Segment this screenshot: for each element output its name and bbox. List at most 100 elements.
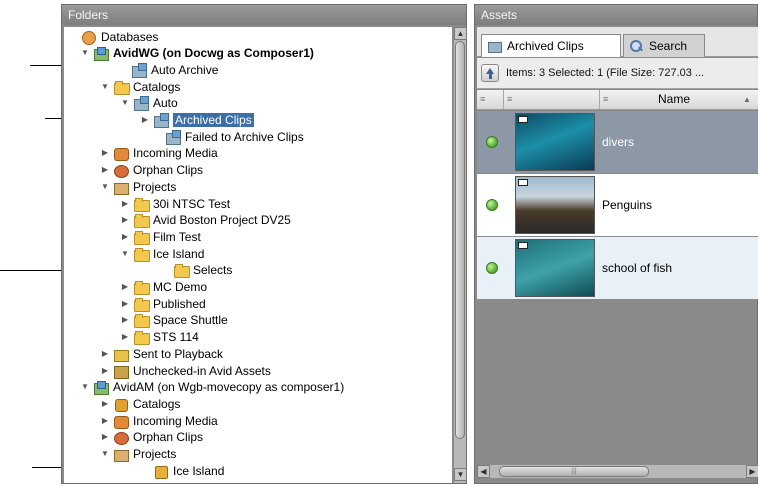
asset-name: school of fish [602, 261, 673, 275]
tree-row[interactable]: ▶ Catalogs [100, 395, 180, 412]
database-icon [81, 30, 97, 45]
assets-horizontal-scrollbar[interactable]: ◀ ||| ▶ [477, 464, 758, 478]
sent-to-playback-icon [113, 347, 129, 362]
scroll-down-arrow-icon[interactable]: ▼ [454, 468, 467, 481]
tree-row[interactable]: ▶ MC Demo [120, 279, 207, 296]
scrollbar-thumb[interactable]: ||| [499, 466, 649, 477]
tree-item-label: AvidWG (on Docwg as Composer1) [113, 46, 314, 61]
tree-item-label: Ice Island [173, 463, 225, 478]
collapse-arrow-icon[interactable]: ▼ [100, 82, 110, 92]
assets-panel-title: Assets [475, 5, 757, 25]
workgroup-icon [93, 380, 109, 396]
column-header-status[interactable]: ≡ [477, 90, 504, 109]
tree-row[interactable]: Selects [160, 262, 232, 279]
collapse-arrow-icon[interactable]: ▼ [80, 48, 90, 58]
asset-row[interactable]: Penguins [477, 174, 758, 236]
scroll-right-arrow-icon[interactable]: ▶ [746, 465, 758, 478]
tree-row[interactable]: ▶ Incoming Media [100, 412, 218, 429]
tree-row[interactable]: Failed to Archive Clips [152, 128, 304, 145]
expand-arrow-icon[interactable]: ▶ [100, 432, 110, 442]
collapse-arrow-icon[interactable]: ▼ [100, 449, 110, 459]
tab-archived-clips[interactable]: Archived Clips [481, 34, 621, 57]
scroll-left-arrow-icon[interactable]: ◀ [477, 465, 490, 478]
column-header-name[interactable]: ≡ Name ▲ [600, 90, 758, 109]
tree-item-label: Incoming Media [133, 146, 218, 161]
expand-arrow-icon[interactable]: ▶ [120, 215, 130, 225]
tree-item-label: STS 114 [153, 330, 199, 345]
expand-arrow-icon[interactable]: ▶ [100, 366, 110, 376]
column-header-thumbnail[interactable]: ≡ [504, 90, 600, 109]
tree-item-label: Auto [153, 96, 178, 111]
online-status-icon [486, 136, 498, 148]
clip-folder-icon [153, 113, 169, 128]
tree-row[interactable]: ▼ AvidWG (on Docwg as Composer1) [80, 45, 314, 62]
folder-tree-scrollbar[interactable]: ▲ ▼ [453, 27, 467, 483]
expand-arrow-icon[interactable]: ▶ [100, 148, 110, 158]
tree-row[interactable]: ▶ STS 114 [120, 329, 199, 346]
tree-row[interactable]: ▶ Avid Boston Project DV25 [120, 212, 291, 229]
tree-row[interactable]: ▶ Archived Clips [140, 112, 254, 129]
expand-arrow-icon[interactable]: ▶ [100, 416, 110, 426]
tree-row[interactable]: ▶ Orphan Clips [100, 162, 203, 179]
expand-arrow-icon[interactable]: ▶ [100, 349, 110, 359]
expand-arrow-icon[interactable]: ▶ [120, 282, 130, 292]
collapse-arrow-icon[interactable]: ▼ [100, 182, 110, 192]
search-icon [630, 40, 644, 52]
asset-row[interactable]: school of fish [477, 237, 758, 299]
tree-row[interactable]: ▶ Incoming Media [100, 145, 218, 162]
expand-arrow-icon[interactable]: ▶ [140, 115, 150, 125]
tree-row[interactable]: Auto Archive [118, 61, 218, 78]
tree-row[interactable]: ▼ AvidAM (on Wgb-movecopy as composer1) [80, 379, 344, 396]
expand-arrow-icon[interactable]: ▶ [120, 199, 130, 209]
scrollbar-thumb[interactable] [455, 41, 465, 439]
tree-item-label: Catalogs [133, 79, 181, 94]
tree-row[interactable]: ▼ Auto [120, 95, 178, 112]
tree-row[interactable]: ▶ Space Shuttle [120, 312, 228, 329]
clip-thumbnail[interactable] [515, 113, 595, 171]
incoming-media-icon [113, 414, 129, 429]
tab-search[interactable]: Search [623, 34, 705, 57]
clip-thumbnail[interactable] [515, 239, 595, 297]
tree-row[interactable]: ▶ Sent to Playback [100, 345, 223, 362]
folder-tree: Databases ▼ AvidWG (on Docwg as Composer1)… [64, 27, 452, 483]
expand-arrow-icon[interactable]: ▶ [100, 165, 110, 175]
tree-row[interactable]: Ice Island [140, 462, 224, 479]
tree-row[interactable]: ▶ Published [120, 295, 206, 312]
tree-row[interactable]: Databases [68, 28, 158, 45]
collapse-arrow-icon[interactable]: ▼ [120, 98, 130, 108]
tree-row[interactable]: ▶ Orphan Clips [100, 429, 203, 446]
tree-item-label: Orphan Clips [133, 163, 204, 178]
asset-name: Penguins [602, 198, 653, 212]
tree-item-label: MC Demo [153, 280, 208, 294]
tree-row[interactable]: ▶ 30i NTSC Test [120, 195, 230, 212]
folder-icon [133, 197, 150, 212]
project-icon [153, 464, 169, 479]
tree-row[interactable]: ▶ Unchecked-in Avid Assets [100, 362, 271, 379]
folder-icon [133, 297, 150, 312]
video-clip-icon [518, 116, 528, 123]
tree-item-label: Catalogs [133, 396, 181, 411]
expand-arrow-icon[interactable]: ▶ [120, 299, 130, 309]
tree-row[interactable]: ▼ Projects [100, 178, 176, 195]
tree-item-label: Selects [193, 263, 233, 278]
folder-icon [133, 313, 150, 329]
clip-thumbnail[interactable] [515, 176, 595, 234]
asset-column-header: ≡ ≡ ≡ Name ▲ [477, 90, 758, 110]
tree-row[interactable]: ▼ Ice Island [120, 245, 204, 262]
expand-arrow-icon[interactable]: ▶ [120, 332, 130, 342]
status-cell [477, 174, 504, 236]
up-arrow-icon[interactable] [481, 64, 499, 82]
tree-row[interactable]: ▼ Catalogs [100, 78, 180, 95]
folder-icon [173, 263, 190, 279]
asset-row[interactable]: divers [477, 111, 758, 173]
expand-arrow-icon[interactable]: ▶ [120, 315, 130, 325]
collapse-arrow-icon[interactable]: ▼ [120, 249, 130, 259]
unchecked-assets-icon [113, 364, 129, 379]
tree-row[interactable]: ▶ Film Test [120, 228, 201, 245]
expand-arrow-icon[interactable]: ▶ [100, 399, 110, 409]
tab-label: Search [649, 38, 688, 53]
scroll-up-arrow-icon[interactable]: ▲ [454, 27, 467, 40]
expand-arrow-icon[interactable]: ▶ [120, 232, 130, 242]
tree-row[interactable]: ▼ Projects [100, 446, 176, 463]
collapse-arrow-icon[interactable]: ▼ [80, 382, 90, 392]
